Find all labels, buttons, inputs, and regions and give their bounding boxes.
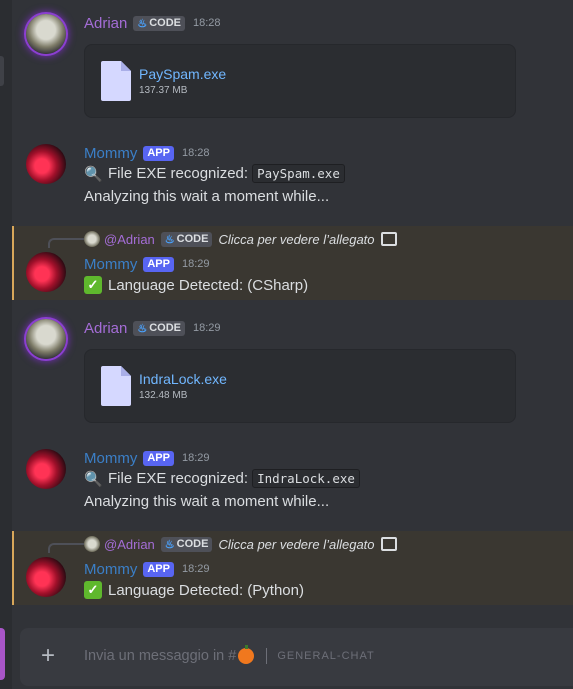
flame-icon: ♨: [164, 538, 175, 551]
app-badge: APP: [143, 256, 174, 272]
image-icon: [380, 537, 397, 551]
message-reply-highlight: @Adrian ♨ CODE Clicca per vedere l’allega…: [12, 226, 573, 300]
avatar[interactable]: [26, 144, 66, 184]
reply-avatar: [84, 536, 100, 552]
file-attachment: PaySpam.exe 137.37 MB: [84, 44, 516, 118]
message-reply-highlight: @Adrian ♨ CODE Clicca per vedere l’allega…: [12, 531, 573, 605]
message-text: Analyzing this wait a moment while...: [84, 188, 330, 205]
clan-tag[interactable]: ♨ CODE: [133, 320, 186, 336]
reply-author[interactable]: @Adrian: [104, 537, 155, 552]
composer-placeholder[interactable]: Invia un messaggio in # GENERAL-CHAT: [84, 645, 375, 664]
clan-tag: ♨ CODE: [160, 536, 213, 552]
file-attachment: IndraLock.exe 132.48 MB: [84, 349, 516, 423]
message-line: Analyzing this wait a moment while...: [84, 493, 329, 510]
image-icon: [380, 232, 397, 246]
file-size: 132.48 MB: [139, 390, 188, 401]
timestamp: 18:29: [181, 563, 210, 575]
reply-avatar: [84, 231, 100, 247]
message-text: Language Detected: (Python): [108, 581, 304, 599]
timestamp: 18:29: [181, 258, 210, 270]
file-name-link[interactable]: PaySpam.exe: [139, 66, 226, 82]
author-name[interactable]: Adrian: [84, 320, 127, 337]
author-name[interactable]: Mommy: [84, 450, 137, 467]
message-text: File EXE recognized:: [108, 470, 249, 487]
plus-icon[interactable]: +: [38, 644, 58, 668]
rail-indicator: [0, 56, 4, 86]
message-text: File EXE recognized:: [108, 165, 249, 182]
message: Mommy APP 18:29 🔍 File EXE recognized: I…: [12, 435, 573, 531]
author-name[interactable]: Mommy: [84, 561, 137, 578]
app-badge: APP: [143, 145, 174, 161]
magnifier-icon: 🔍: [84, 165, 103, 183]
magnifier-icon: 🔍: [84, 470, 103, 488]
file-name-link[interactable]: IndraLock.exe: [139, 371, 227, 387]
inline-code: IndraLock.exe: [252, 469, 360, 488]
timestamp: 18:28: [181, 147, 210, 159]
message-header: Mommy APP 18:29: [84, 254, 209, 274]
timestamp: 18:28: [193, 17, 221, 29]
tag-label: CODE: [149, 17, 182, 29]
reply-spine: [48, 238, 84, 248]
message-text: Analyzing this wait a moment while...: [84, 493, 330, 510]
message-line: 🔍 File EXE recognized: PaySpam.exe: [84, 164, 345, 183]
pumpkin-icon: [238, 645, 255, 664]
flame-icon: ♨: [137, 322, 148, 335]
tag-label: CODE: [176, 233, 209, 245]
check-mark-icon: ✓: [84, 581, 102, 599]
inline-code: PaySpam.exe: [252, 164, 345, 183]
message-header: Adrian ♨ CODE 18:28: [84, 13, 221, 33]
message-header: Mommy APP 18:29: [84, 559, 209, 579]
message-line: ✓ Language Detected: (CSharp): [84, 276, 308, 294]
avatar[interactable]: [26, 319, 66, 359]
message-header: Adrian ♨ CODE 18:29: [84, 318, 221, 338]
app-badge: APP: [143, 561, 174, 577]
channel-name: GENERAL-CHAT: [277, 650, 375, 662]
reply-spine: [48, 543, 84, 553]
placeholder-text: Invia un messaggio in #: [84, 648, 237, 664]
flame-icon: ♨: [164, 233, 175, 246]
avatar[interactable]: [26, 252, 66, 292]
divider: [266, 648, 268, 664]
file-icon: [101, 61, 131, 101]
avatar[interactable]: [26, 449, 66, 489]
message-line: ✓ Language Detected: (Python): [84, 581, 304, 599]
clan-tag[interactable]: ♨ CODE: [133, 15, 186, 31]
reply-author[interactable]: @Adrian: [104, 232, 155, 247]
author-name[interactable]: Mommy: [84, 145, 137, 162]
reply-text: Clicca per vedere l’allegato: [218, 536, 375, 552]
message-line: 🔍 File EXE recognized: IndraLock.exe: [84, 469, 360, 488]
message: Adrian ♨ CODE 18:28 PaySpam.exe 137.37 MB: [12, 0, 573, 130]
avatar[interactable]: [26, 14, 66, 54]
tag-label: CODE: [149, 322, 182, 334]
message-header: Mommy APP 18:29: [84, 448, 209, 468]
message: Adrian ♨ CODE 18:29 IndraLock.exe 132.48 …: [12, 305, 573, 435]
timestamp: 18:29: [193, 322, 221, 334]
message-composer[interactable]: + Invia un messaggio in # GENERAL-CHAT: [20, 628, 573, 686]
timestamp: 18:29: [181, 452, 210, 464]
server-rail: [0, 0, 12, 689]
author-name[interactable]: Mommy: [84, 256, 137, 273]
author-name[interactable]: Adrian: [84, 15, 127, 32]
clan-tag: ♨ CODE: [160, 231, 213, 247]
message-text: Language Detected: (CSharp): [108, 276, 309, 294]
message-header: Mommy APP 18:28: [84, 143, 209, 163]
message-line: Analyzing this wait a moment while...: [84, 188, 329, 205]
check-mark-icon: ✓: [84, 276, 102, 294]
file-size: 137.37 MB: [139, 85, 188, 96]
message: Mommy APP 18:28 🔍 File EXE recognized: P…: [12, 130, 573, 226]
rail-indicator-active: [0, 628, 5, 680]
app-badge: APP: [143, 450, 174, 466]
reply-preview[interactable]: @Adrian ♨ CODE Clicca per vedere l’allega…: [84, 535, 397, 553]
file-icon: [101, 366, 131, 406]
avatar[interactable]: [26, 557, 66, 597]
reply-preview[interactable]: @Adrian ♨ CODE Clicca per vedere l’allega…: [84, 230, 397, 248]
reply-text: Clicca per vedere l’allegato: [218, 231, 375, 247]
tag-label: CODE: [176, 538, 209, 550]
flame-icon: ♨: [137, 17, 148, 30]
